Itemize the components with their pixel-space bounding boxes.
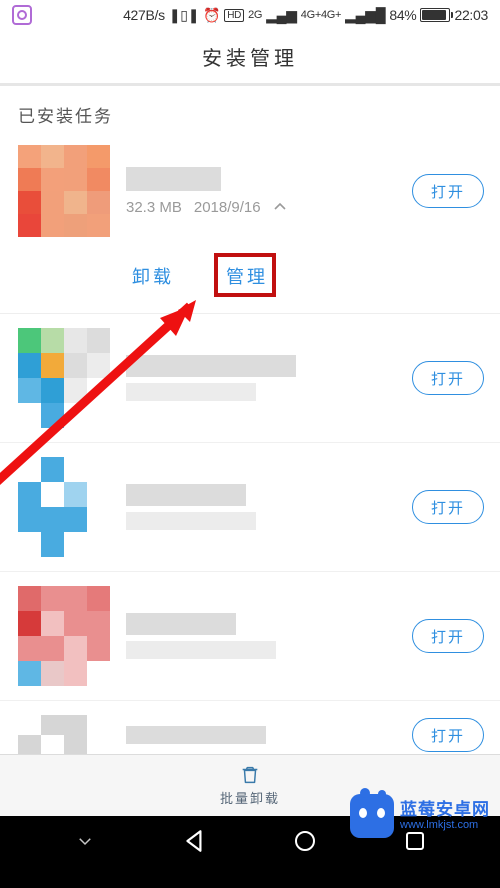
watermark-url: www.lmkjst.com (400, 819, 490, 831)
net-speed: 427B/s (123, 7, 165, 23)
section-installed-title: 已安装任务 (0, 86, 500, 137)
status-bar: 427B/s ❚▯❚ ⏰ HD 2G ▂▄▆ 4G+4G+ ▂▄▆█ 84% 2… (0, 0, 500, 30)
battery-icon (420, 8, 450, 22)
uninstall-button[interactable]: 卸载 (132, 263, 174, 289)
signal-4g: 4G+4G+ (301, 9, 341, 21)
watermark-logo-icon (350, 794, 394, 838)
installed-app-list: 32.3 MB 2018/9/16 打开 卸载 管理 (0, 137, 500, 755)
app-row[interactable]: 打开 (0, 572, 500, 701)
app-info (110, 484, 412, 530)
app-icon (18, 328, 110, 428)
app-row[interactable]: 打开 (0, 701, 500, 755)
hd-icon: HD (224, 9, 244, 22)
nav-home-icon[interactable] (290, 826, 320, 856)
app-info (110, 613, 412, 659)
app-meta-redacted (126, 484, 412, 530)
app-icon (18, 586, 110, 686)
app-info (110, 355, 412, 401)
app-icon (18, 457, 110, 557)
clock: 22:03 (454, 7, 488, 23)
chevron-up-icon[interactable] (273, 200, 287, 214)
app-icon (18, 145, 110, 237)
watermark: 蓝莓安卓网 www.lmkjst.com (346, 792, 494, 840)
app-date: 2018/9/16 (194, 199, 261, 216)
manage-button[interactable]: 管理 (226, 263, 268, 289)
app-name-redacted (126, 167, 221, 191)
manage-label: 管理 (226, 267, 268, 287)
gallery-icon (12, 5, 32, 25)
open-button[interactable]: 打开 (412, 619, 484, 653)
status-left (12, 5, 32, 25)
app-info (110, 726, 412, 744)
nav-menu-caret-icon[interactable] (70, 826, 100, 856)
app-row[interactable]: 32.3 MB 2018/9/16 打开 (0, 137, 500, 245)
trash-icon[interactable] (239, 764, 261, 786)
status-right: 427B/s ❚▯❚ ⏰ HD 2G ▂▄▆ 4G+4G+ ▂▄▆█ 84% 2… (123, 7, 488, 24)
expanded-actions: 卸载 管理 (0, 245, 500, 314)
app-meta-redacted (126, 726, 412, 744)
watermark-title: 蓝莓安卓网 (400, 801, 490, 820)
watermark-text: 蓝莓安卓网 www.lmkjst.com (400, 801, 490, 832)
open-button[interactable]: 打开 (412, 361, 484, 395)
signal-2g: 2G (248, 9, 262, 21)
open-button[interactable]: 打开 (412, 718, 484, 752)
app-size: 32.3 MB (126, 199, 182, 216)
signal-bars-1: ▂▄▆ (266, 7, 297, 24)
app-row[interactable]: 打开 (0, 314, 500, 443)
app-icon (18, 715, 110, 755)
batch-uninstall-button[interactable]: 批量卸载 (220, 788, 280, 807)
app-meta: 32.3 MB 2018/9/16 (126, 199, 412, 216)
app-meta-redacted (126, 613, 412, 659)
battery-pct: 84% (389, 7, 416, 23)
page-title: 安装管理 (0, 30, 500, 86)
nav-back-icon[interactable] (180, 826, 210, 856)
open-button[interactable]: 打开 (412, 490, 484, 524)
app-info: 32.3 MB 2018/9/16 (110, 167, 412, 216)
vibrate-icon: ❚▯❚ (169, 7, 199, 24)
signal-bars-2: ▂▄▆█ (345, 7, 385, 24)
open-button[interactable]: 打开 (412, 174, 484, 208)
app-row[interactable]: 打开 (0, 443, 500, 572)
app-meta-redacted (126, 355, 412, 401)
alarm-icon: ⏰ (203, 7, 220, 24)
